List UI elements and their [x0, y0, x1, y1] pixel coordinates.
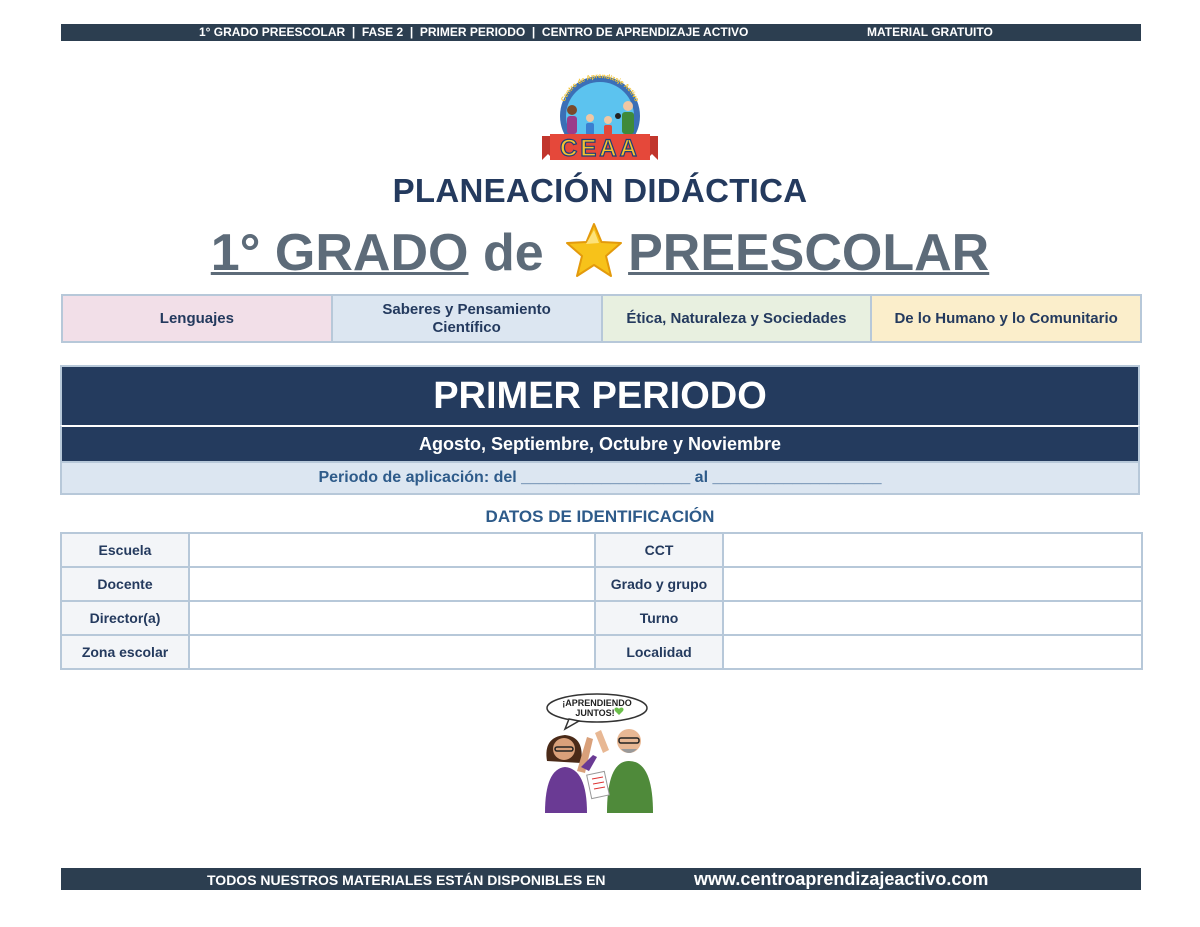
identification-table: Escuela CCT Docente Grado y grupo Direct…	[60, 532, 1143, 670]
field-etica: Ética, Naturaleza y Sociedades	[600, 294, 873, 343]
table-row: Escuela CCT	[60, 532, 1143, 568]
logo-text: CEAA	[560, 135, 640, 162]
docente-field[interactable]	[188, 566, 596, 602]
period-box: PRIMER PERIODO Agosto, Septiembre, Octub…	[60, 365, 1140, 495]
label-grado-grupo: Grado y grupo	[594, 566, 724, 602]
star-icon	[566, 223, 623, 277]
field-humano: De lo Humano y lo Comunitario	[870, 294, 1142, 343]
document-title: PLANEACIÓN DIDÁCTICA	[392, 172, 808, 209]
period-months: Agosto, Septiembre, Octubre y Noviembre	[60, 425, 1140, 461]
field-label: De lo Humano y lo Comunitario	[894, 309, 1118, 327]
cct-field[interactable]	[722, 532, 1143, 568]
speech-line-2: JUNTOS!	[575, 708, 614, 718]
period-title: PRIMER PERIODO	[60, 365, 1140, 425]
field-label: Saberes y Pensamiento Científico	[382, 300, 551, 336]
identification-title: DATOS DE IDENTIFICACIÓN	[485, 507, 715, 526]
label-cct: CCT	[594, 532, 724, 568]
field-lenguajes: Lenguajes	[61, 294, 333, 343]
formative-fields: Lenguajes Saberes y Pensamiento Científi…	[61, 294, 1142, 343]
period-application-line[interactable]: Periodo de aplicación: del _____________…	[60, 461, 1140, 495]
director-field[interactable]	[188, 600, 596, 636]
label-director: Director(a)	[60, 600, 190, 636]
localidad-field[interactable]	[722, 634, 1143, 670]
ceaa-logo: Centro de Aprendizaje Activo CEAA	[542, 74, 658, 163]
speech-line-1: ¡APRENDIENDO	[562, 698, 632, 708]
label-docente: Docente	[60, 566, 190, 602]
grado-grupo-field[interactable]	[722, 566, 1143, 602]
table-row: Zona escolar Localidad	[60, 634, 1143, 670]
label-turno: Turno	[594, 600, 724, 636]
grade-label: 1° GRADO	[210, 224, 469, 282]
top-banner-left-text: 1° GRADO PREESCOLAR | FASE 2 | PRIMER PE…	[199, 25, 749, 39]
label-escuela: Escuela	[60, 532, 190, 568]
table-row: Director(a) Turno	[60, 600, 1143, 636]
field-label: Lenguajes	[159, 309, 234, 327]
grade-connector: de	[482, 224, 544, 282]
top-banner: 1° GRADO PREESCOLAR | FASE 2 | PRIMER PE…	[61, 24, 1141, 41]
table-row: Docente Grado y grupo	[60, 566, 1143, 602]
zona-escolar-field[interactable]	[188, 634, 596, 670]
label-localidad: Localidad	[594, 634, 724, 670]
level-label: PREESCOLAR	[628, 224, 990, 282]
top-banner-right-text: MATERIAL GRATUITO	[867, 25, 993, 39]
footer-url-link[interactable]: www.centroaprendizajeactivo.com	[694, 869, 988, 890]
footer-text: TODOS NUESTROS MATERIALES ESTÁN DISPONIB…	[207, 872, 606, 888]
field-label: Ética, Naturaleza y Sociedades	[626, 309, 847, 327]
label-zona-escolar: Zona escolar	[60, 634, 190, 670]
footer-banner: TODOS NUESTROS MATERIALES ESTÁN DISPONIB…	[61, 868, 1141, 890]
grade-title: 1° GRADO de PREESCOLAR	[0, 222, 1200, 283]
escuela-field[interactable]	[188, 532, 596, 568]
turno-field[interactable]	[722, 600, 1143, 636]
mascot-illustration: ¡APRENDIENDO JUNTOS!	[545, 693, 653, 813]
field-saberes: Saberes y Pensamiento Científico	[330, 294, 603, 343]
